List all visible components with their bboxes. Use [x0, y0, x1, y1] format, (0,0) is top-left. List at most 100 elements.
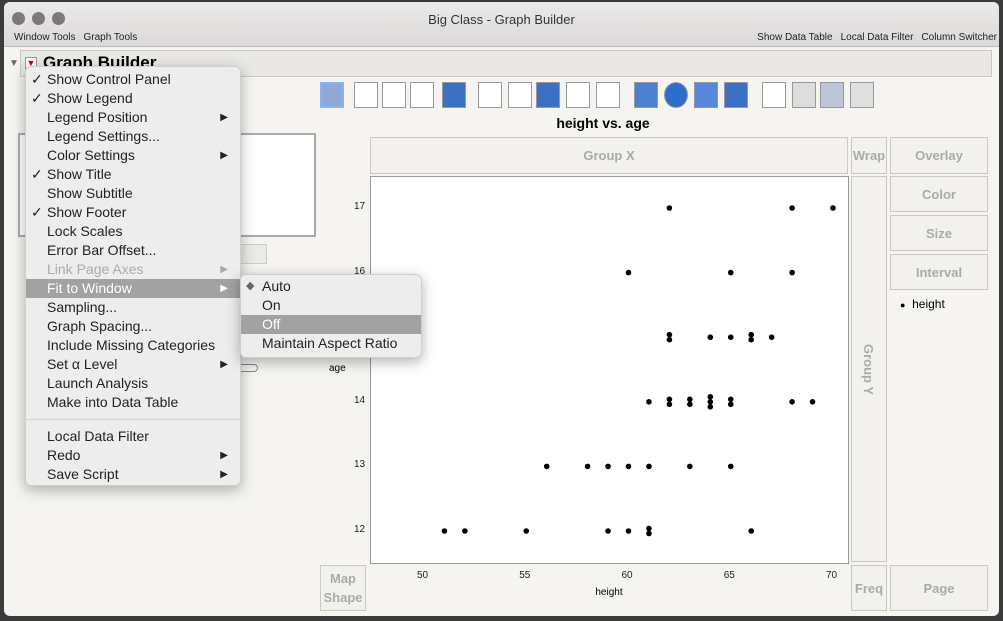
- wrap-zone[interactable]: Wrap: [851, 137, 887, 174]
- data-point[interactable]: [687, 463, 693, 470]
- column-switcher-button[interactable]: Column Switcher: [921, 32, 997, 43]
- menu-item-sampling[interactable]: Sampling...: [26, 298, 240, 317]
- disclosure-triangle-icon[interactable]: ▼: [9, 58, 19, 69]
- ellipse-icon[interactable]: [410, 82, 434, 108]
- menu-item-include-missing-categories[interactable]: Include Missing Categories: [26, 336, 240, 355]
- points-icon[interactable]: [320, 82, 344, 108]
- treemap-icon[interactable]: [694, 82, 718, 108]
- menu-item-show-footer[interactable]: ✓ Show Footer: [26, 203, 240, 222]
- data-point[interactable]: [727, 401, 734, 408]
- data-point[interactable]: [625, 463, 632, 470]
- data-point[interactable]: [789, 269, 795, 276]
- control-field[interactable]: [240, 244, 267, 264]
- data-point[interactable]: [646, 463, 652, 470]
- data-point[interactable]: [789, 399, 795, 405]
- menu-item-legend-settings[interactable]: Legend Settings...: [26, 127, 240, 146]
- menu-item-legend-position[interactable]: Legend Position ▶: [26, 108, 240, 127]
- data-point[interactable]: [789, 205, 795, 211]
- submenu-item-off[interactable]: Off: [241, 315, 421, 334]
- map-shape-zone[interactable]: Map Shape: [320, 565, 366, 611]
- data-point[interactable]: [666, 396, 673, 403]
- heatmap-icon[interactable]: [634, 82, 658, 108]
- overlay-zone[interactable]: Overlay: [890, 137, 988, 174]
- color-zone[interactable]: Color: [890, 176, 988, 212]
- mosaic-icon[interactable]: [724, 82, 748, 108]
- data-point[interactable]: [830, 205, 836, 211]
- menu-item-fit-to-window[interactable]: Fit to Window ▶: [26, 279, 240, 298]
- data-point[interactable]: [727, 396, 734, 403]
- data-point[interactable]: [462, 528, 468, 534]
- legend-item[interactable]: ● height: [900, 297, 945, 311]
- data-point[interactable]: [687, 401, 693, 408]
- menu-item-show-subtitle[interactable]: Show Subtitle: [26, 184, 240, 203]
- group-x-zone[interactable]: Group X: [370, 137, 848, 174]
- data-point[interactable]: [707, 334, 714, 340]
- data-point[interactable]: [748, 331, 754, 338]
- submenu-item-on[interactable]: On: [241, 296, 421, 315]
- data-point[interactable]: [646, 399, 652, 405]
- data-point[interactable]: [707, 399, 714, 405]
- menu-item-show-control-panel[interactable]: ✓ Show Control Panel: [26, 70, 240, 89]
- data-point[interactable]: [768, 334, 775, 340]
- local-data-filter-button[interactable]: Local Data Filter: [841, 32, 914, 43]
- menu-item-save-script[interactable]: Save Script ▶: [26, 465, 240, 484]
- data-point[interactable]: [625, 269, 632, 276]
- histogram-icon[interactable]: [596, 82, 620, 108]
- menu-item-lock-scales[interactable]: Lock Scales: [26, 222, 240, 241]
- data-point[interactable]: [666, 331, 673, 338]
- menu-item-graph-spacing[interactable]: Graph Spacing...: [26, 317, 240, 336]
- data-point[interactable]: [543, 463, 550, 470]
- menu-item-color-settings[interactable]: Color Settings ▶: [26, 146, 240, 165]
- data-point[interactable]: [625, 528, 632, 534]
- menu-item-launch-analysis[interactable]: Launch Analysis: [26, 374, 240, 393]
- data-point[interactable]: [727, 463, 734, 470]
- data-point[interactable]: [707, 394, 714, 400]
- freq-zone[interactable]: Freq: [851, 565, 887, 611]
- data-point[interactable]: [646, 530, 652, 537]
- menu-item-redo[interactable]: Redo ▶: [26, 446, 240, 465]
- parallel-icon[interactable]: [850, 82, 874, 108]
- menu-item-show-title[interactable]: ✓ Show Title: [26, 165, 240, 184]
- submenu-item-auto[interactable]: ◆ Auto: [241, 277, 421, 296]
- data-point[interactable]: [666, 205, 673, 211]
- group-y-zone[interactable]: Group Y: [851, 176, 887, 562]
- formula-icon[interactable]: [792, 82, 816, 108]
- menu-item-set-level[interactable]: Set α Level ▶: [26, 355, 240, 374]
- data-point[interactable]: [605, 463, 611, 470]
- pie-icon[interactable]: [664, 82, 688, 108]
- data-point[interactable]: [666, 336, 673, 343]
- caption-box-icon[interactable]: [762, 82, 786, 108]
- area-icon[interactable]: [536, 82, 560, 108]
- menu-item-local-data-filter[interactable]: Local Data Filter: [26, 427, 240, 446]
- contour-icon[interactable]: [442, 82, 466, 108]
- menu-item-error-bar-offset[interactable]: Error Bar Offset...: [26, 241, 240, 260]
- map-shapes-icon[interactable]: [820, 82, 844, 108]
- scatter-plot[interactable]: [370, 176, 849, 564]
- data-point[interactable]: [727, 334, 734, 340]
- window-tools-menu[interactable]: Window Tools: [14, 32, 76, 43]
- submenu-item-maintain-aspect-ratio[interactable]: Maintain Aspect Ratio: [241, 334, 421, 353]
- data-point[interactable]: [523, 528, 530, 534]
- smoother-icon[interactable]: [354, 82, 378, 108]
- data-point[interactable]: [809, 399, 816, 405]
- data-point[interactable]: [727, 269, 734, 276]
- data-point[interactable]: [666, 401, 673, 408]
- menu-item-show-legend[interactable]: ✓ Show Legend: [26, 89, 240, 108]
- interval-zone[interactable]: Interval: [890, 254, 988, 290]
- data-point[interactable]: [605, 528, 611, 534]
- data-point[interactable]: [687, 396, 693, 403]
- box-plot-icon[interactable]: [566, 82, 590, 108]
- data-point[interactable]: [707, 404, 714, 410]
- data-point[interactable]: [441, 528, 448, 534]
- show-data-table-button[interactable]: Show Data Table: [757, 32, 832, 43]
- data-point[interactable]: [646, 525, 652, 532]
- menu-item-make-into-data-table[interactable]: Make into Data Table: [26, 393, 240, 412]
- line-of-fit-icon[interactable]: [382, 82, 406, 108]
- data-point[interactable]: [748, 336, 754, 343]
- data-point[interactable]: [584, 463, 591, 470]
- graph-tools-menu[interactable]: Graph Tools: [84, 32, 138, 43]
- bar-icon[interactable]: [508, 82, 532, 108]
- line-icon[interactable]: [478, 82, 502, 108]
- data-point[interactable]: [748, 528, 754, 534]
- size-zone[interactable]: Size: [890, 215, 988, 251]
